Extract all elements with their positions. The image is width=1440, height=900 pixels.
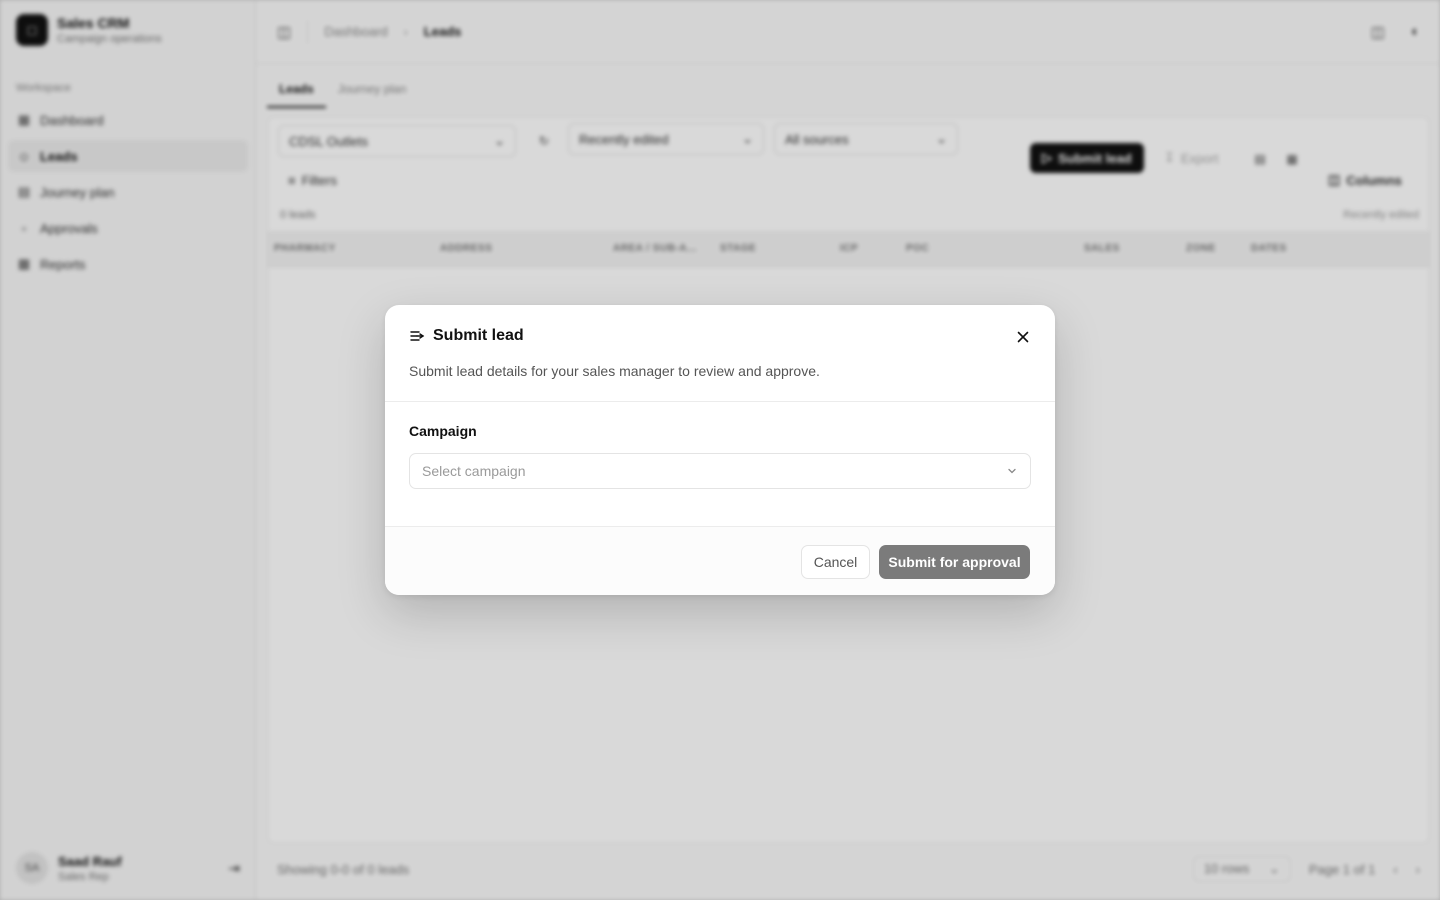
list-arrow-icon xyxy=(410,331,425,341)
campaign-select[interactable]: Select campaign xyxy=(409,453,1031,489)
dialog-footer: Cancel Submit for approval xyxy=(385,526,1055,595)
dialog-title-row: Submit lead xyxy=(409,327,524,345)
campaign-select-placeholder: Select campaign xyxy=(422,463,526,479)
dialog-description: Submit lead details for your sales manag… xyxy=(409,363,820,379)
chevron-down-icon xyxy=(1008,468,1016,474)
close-icon[interactable] xyxy=(1015,329,1031,345)
dialog-title: Submit lead xyxy=(433,327,524,344)
campaign-label: Campaign xyxy=(409,423,477,439)
dialog-body: Campaign Select campaign xyxy=(385,403,1055,525)
dialog-header: Submit lead Submit lead details for your… xyxy=(385,305,1055,402)
cancel-button[interactable]: Cancel xyxy=(801,545,870,579)
submit-for-approval-button[interactable]: Submit for approval xyxy=(879,545,1030,579)
submit-lead-dialog: Submit lead Submit lead details for your… xyxy=(385,305,1055,595)
